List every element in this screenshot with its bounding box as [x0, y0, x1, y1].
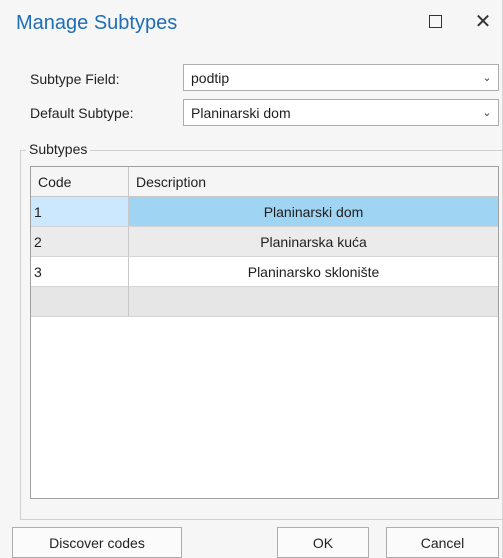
subtypes-group-label: Subtypes — [26, 141, 91, 157]
table-row[interactable]: 1 Planinarski dom — [31, 197, 498, 227]
column-header-description[interactable]: Description — [129, 167, 498, 196]
description-cell[interactable] — [129, 287, 498, 316]
new-row[interactable] — [31, 287, 498, 317]
description-cell[interactable]: Planinarsko sklonište — [129, 257, 498, 286]
ok-button[interactable]: OK — [277, 527, 369, 558]
description-cell[interactable]: Planinarski dom — [129, 197, 498, 226]
code-cell[interactable]: 2 — [31, 227, 129, 256]
maximize-button[interactable] — [420, 8, 450, 34]
subtype-field-label: Subtype Field: — [30, 71, 120, 87]
code-cell[interactable]: 1 — [31, 197, 129, 226]
code-cell[interactable]: 3 — [31, 257, 129, 286]
dialog-title: Manage Subtypes — [16, 12, 178, 34]
grid-header: Code Description — [31, 167, 498, 197]
cancel-button[interactable]: Cancel — [386, 527, 499, 558]
table-row[interactable]: 3 Planinarsko sklonište — [31, 257, 498, 287]
subtypes-grid[interactable]: Code Description 1 Planinarski dom 2 Pla… — [30, 166, 499, 499]
subtype-field-dropdown[interactable]: podtip ⌄ — [183, 64, 499, 91]
default-subtype-dropdown[interactable]: Planinarski dom ⌄ — [183, 99, 499, 126]
close-icon: ✕ — [474, 10, 492, 33]
default-subtype-label: Default Subtype: — [30, 105, 134, 121]
maximize-icon — [428, 14, 442, 28]
manage-subtypes-dialog: Manage Subtypes ✕ Subtype Field: podtip … — [0, 0, 503, 558]
table-row[interactable]: 2 Planinarska kuća — [31, 227, 498, 257]
discover-codes-button[interactable]: Discover codes — [12, 527, 182, 558]
column-header-code[interactable]: Code — [31, 167, 129, 196]
chevron-down-icon: ⌄ — [482, 107, 492, 119]
chevron-down-icon: ⌄ — [482, 72, 492, 84]
description-cell[interactable]: Planinarska kuća — [129, 227, 498, 256]
close-button[interactable]: ✕ — [468, 8, 498, 34]
code-cell[interactable] — [31, 287, 129, 316]
subtype-field-value: podtip — [191, 69, 230, 86]
default-subtype-value: Planinarski dom — [191, 104, 291, 121]
